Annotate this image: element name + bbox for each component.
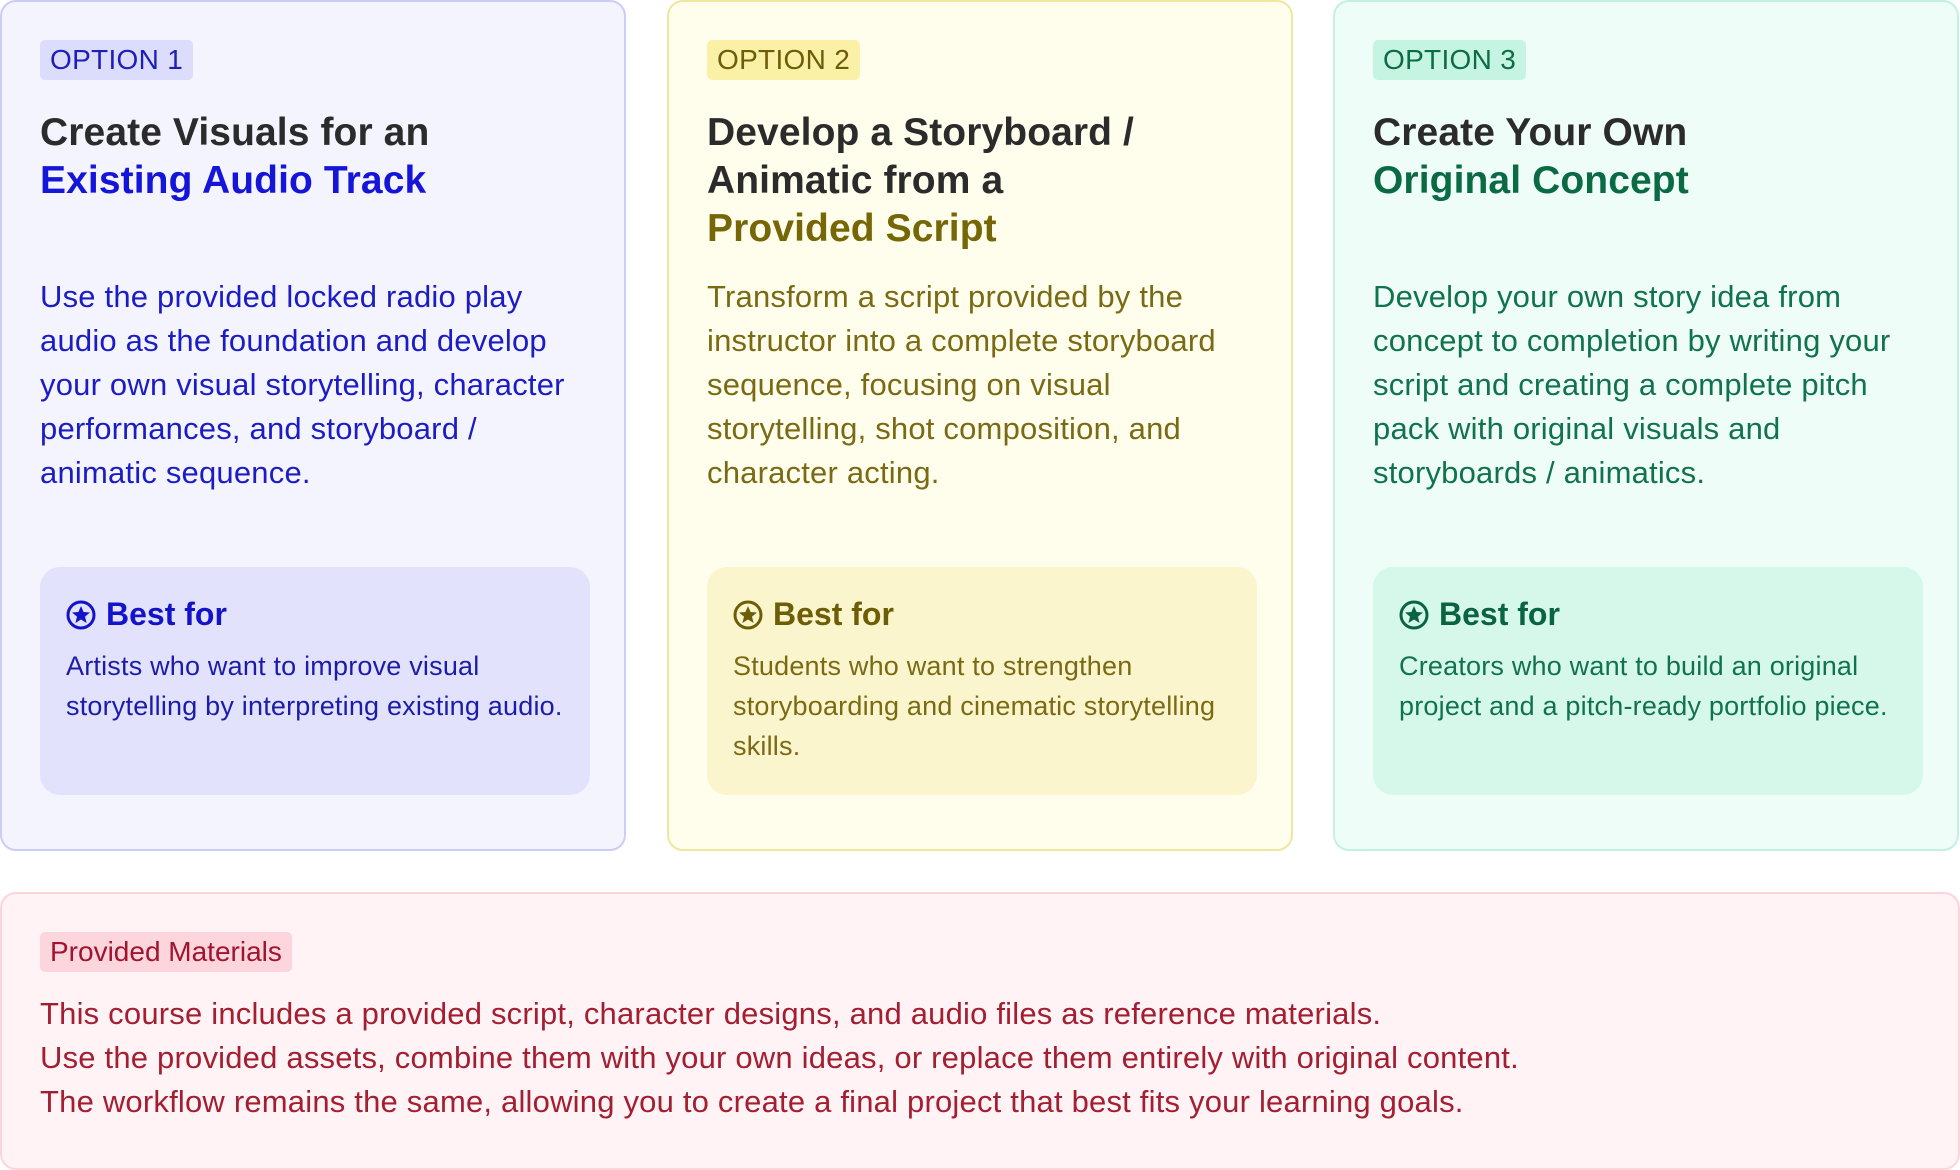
best-for-box: Best for Creators who want to build an o…	[1373, 567, 1923, 795]
star-circle-icon	[66, 599, 96, 630]
card-title: Develop a Storyboard / Animatic from a P…	[707, 109, 1253, 275]
card-description: Transform a script provided by the instr…	[707, 279, 1216, 490]
star-circle-icon	[733, 599, 763, 630]
best-for-label: Best for	[106, 596, 227, 632]
best-for-label: Best for	[773, 596, 894, 632]
title-line: Develop a Storyboard /	[707, 111, 1134, 154]
title-accent: Original Concept	[1373, 159, 1689, 202]
card-description: Develop your own story idea from concept…	[1373, 279, 1891, 490]
best-for-text: Creators who want to build an original p…	[1399, 651, 1888, 721]
best-for-heading: Best for	[1399, 594, 1897, 634]
materials-line: The workflow remains the same, allowing …	[40, 1084, 1464, 1119]
star-circle-icon	[1399, 599, 1429, 630]
best-for-box: Best for Students who want to strengthen…	[707, 567, 1257, 795]
provided-materials-panel: Provided Materials This course includes …	[0, 892, 1960, 1170]
best-for-heading: Best for	[733, 594, 1231, 634]
card-title: Create Visuals for an Existing Audio Tra…	[40, 109, 586, 275]
title-line: Create Visuals for an	[40, 111, 430, 154]
materials-line: Use the provided assets, combine them wi…	[40, 1040, 1519, 1075]
materials-line: This course includes a provided script, …	[40, 996, 1382, 1031]
best-for-box: Best for Artists who want to improve vis…	[40, 567, 590, 795]
best-for-label: Best for	[1439, 596, 1560, 632]
best-for-text: Students who want to strengthen storyboa…	[733, 651, 1216, 761]
title-accent: Provided Script	[707, 207, 997, 250]
card-description: Use the provided locked radio play audio…	[40, 279, 565, 490]
option-card-1: OPTION 1 Create Visuals for an Existing …	[0, 0, 626, 851]
title-line: Create Your Own	[1373, 111, 1688, 154]
option-card-2: OPTION 2 Develop a Storyboard / Animatic…	[667, 0, 1293, 851]
option-badge: OPTION 2	[707, 40, 861, 80]
option-badge: OPTION 3	[1373, 40, 1527, 80]
materials-badge: Provided Materials	[40, 932, 292, 972]
best-for-text: Artists who want to improve visual story…	[66, 651, 563, 721]
card-title: Create Your Own Original Concept	[1373, 109, 1919, 275]
best-for-heading: Best for	[66, 594, 564, 634]
title-accent: Existing Audio Track	[40, 159, 427, 202]
option-badge: OPTION 1	[40, 40, 194, 80]
option-card-3: OPTION 3 Create Your Own Original Concep…	[1333, 0, 1959, 851]
title-line: Animatic from a	[707, 159, 1004, 202]
